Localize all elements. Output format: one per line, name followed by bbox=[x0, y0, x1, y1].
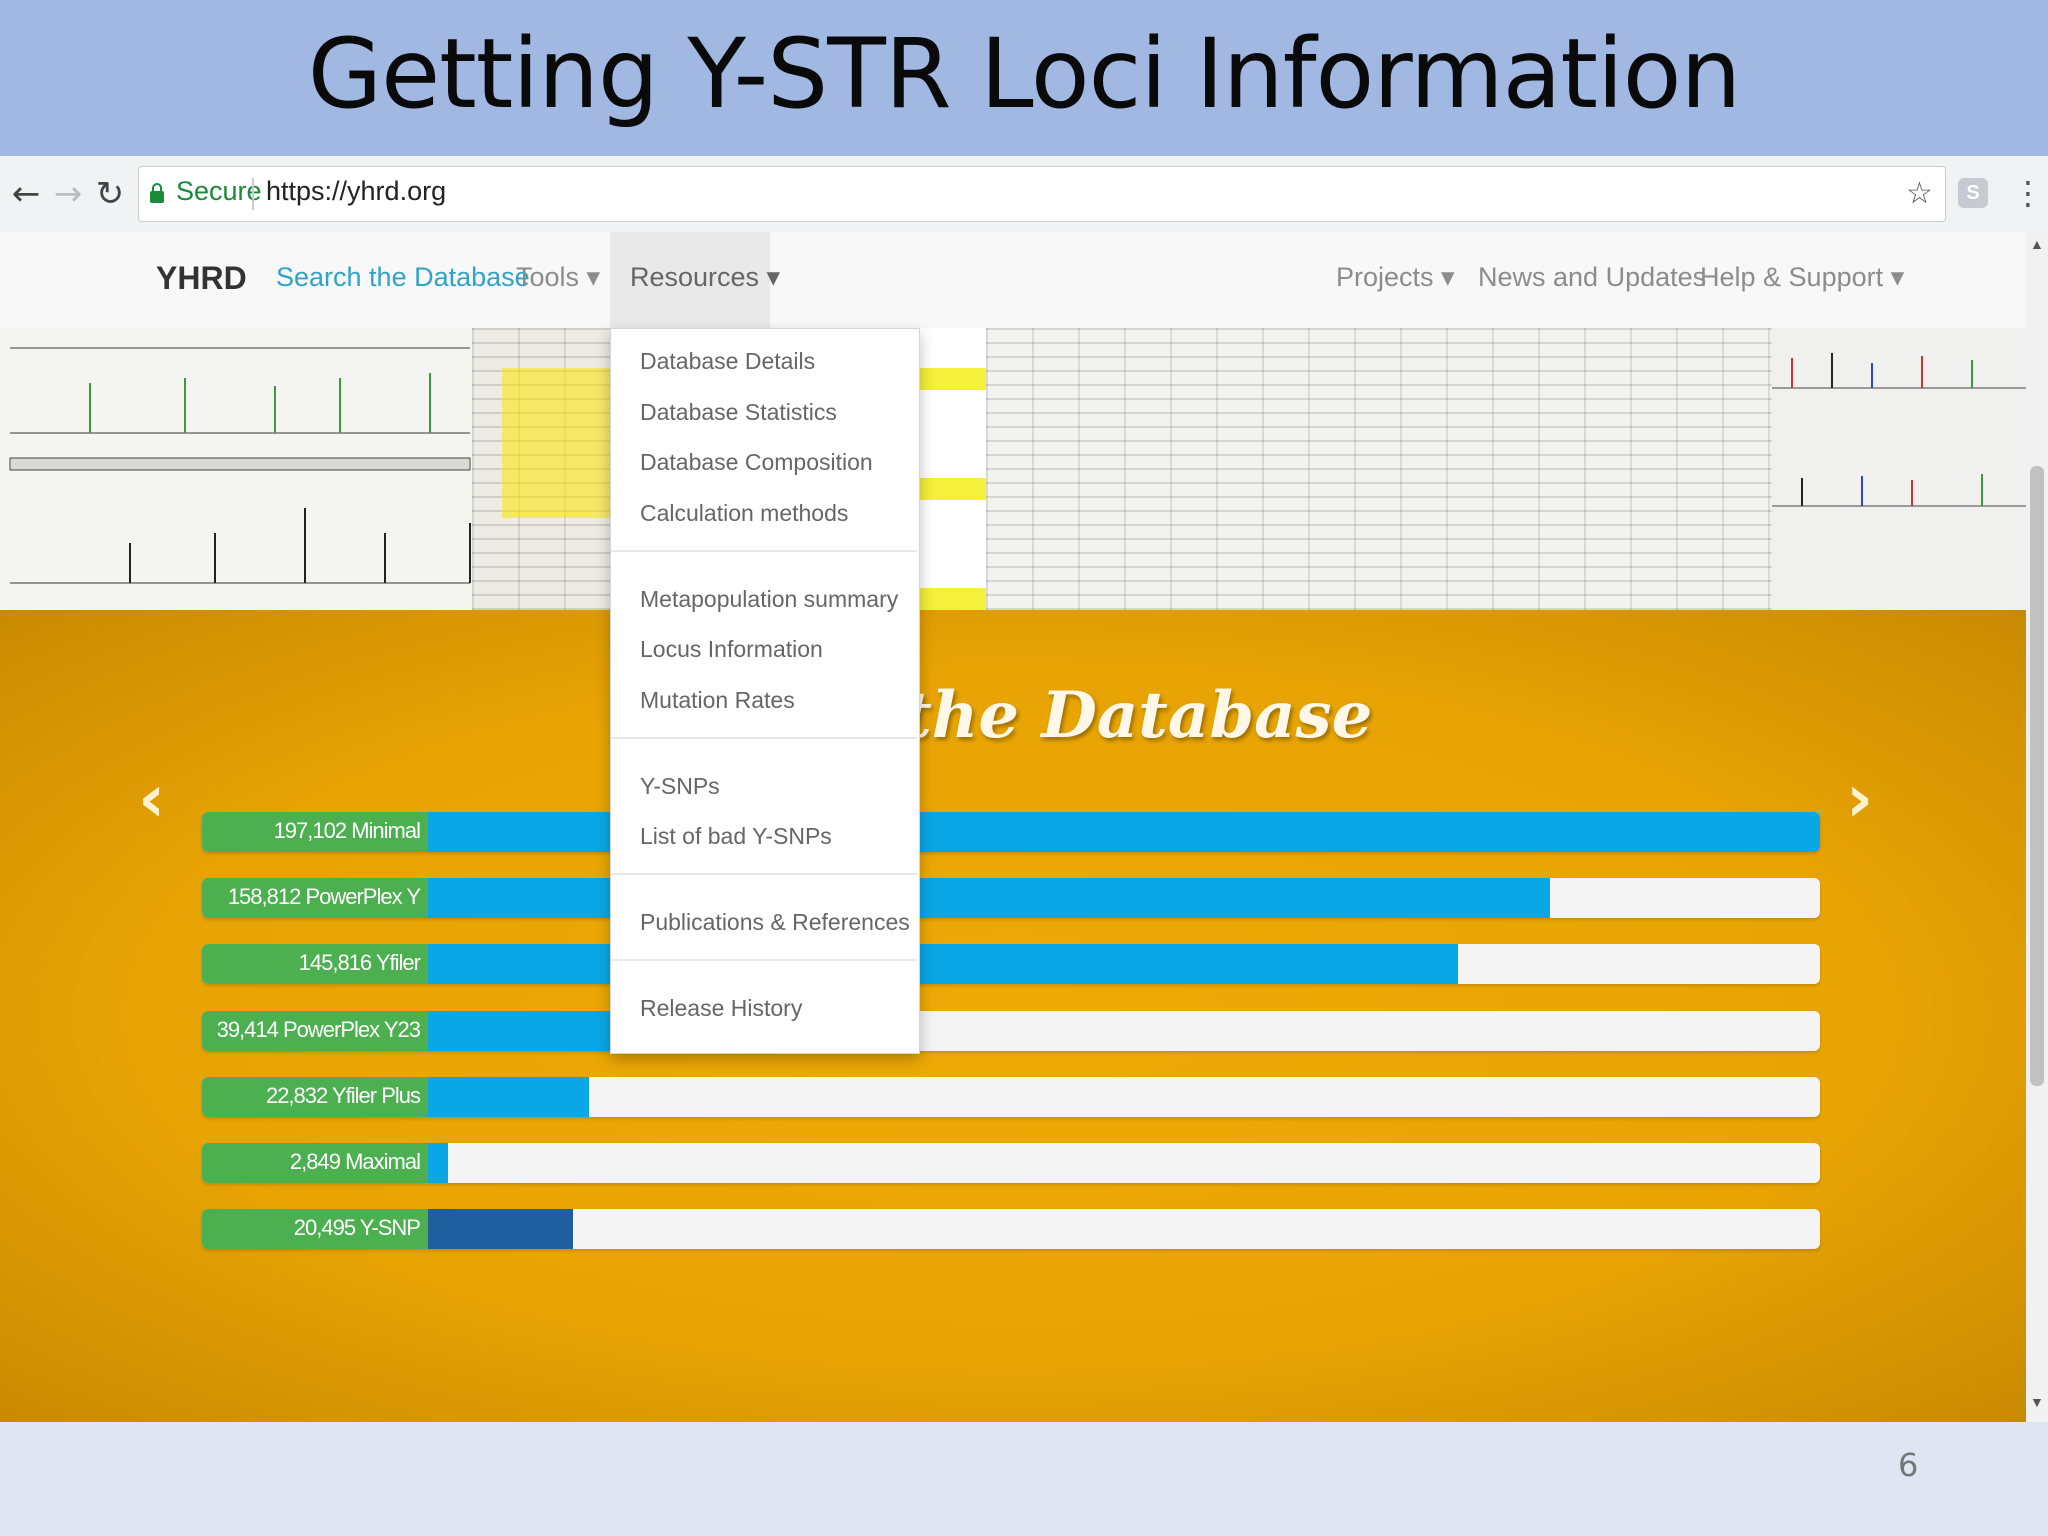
dropdown-item[interactable]: List of bad Y-SNPs bbox=[640, 823, 832, 850]
dropdown-item[interactable]: Mutation Rates bbox=[640, 687, 795, 714]
forward-arrow-icon[interactable]: → bbox=[48, 174, 88, 214]
dropdown-divider bbox=[611, 959, 917, 961]
stat-bar-row: 22,832 Yfiler Plus bbox=[202, 1077, 1820, 1117]
stat-bar-label-box: 20,495 Y-SNP bbox=[202, 1209, 428, 1249]
chevron-right-icon[interactable]: › bbox=[1846, 760, 1873, 837]
stat-bar-fill bbox=[428, 944, 1458, 984]
stat-bar-label: 2,849 Maximal bbox=[289, 1149, 421, 1174]
slide-title: Getting Y-STR Loci Information bbox=[307, 18, 1742, 130]
stat-bar-fill bbox=[428, 1143, 448, 1183]
nav-news-and-updates[interactable]: News and Updates bbox=[1478, 262, 1706, 293]
stat-bar-label-box: 2,849 Maximal bbox=[202, 1143, 428, 1183]
dropdown-item[interactable]: Database Details bbox=[640, 348, 815, 375]
scroll-up-arrow-icon[interactable]: ▲ bbox=[2030, 236, 2044, 252]
chevron-left-icon[interactable]: ‹ bbox=[138, 760, 165, 837]
star-icon[interactable]: ☆ bbox=[1906, 176, 1933, 211]
back-arrow-icon[interactable]: ← bbox=[6, 174, 46, 214]
url-text[interactable]: https://yhrd.org bbox=[266, 176, 446, 207]
brand-logo[interactable]: YHRD bbox=[156, 260, 247, 297]
dropdown-item[interactable]: Database Composition bbox=[640, 449, 873, 476]
stat-bar-label: 22,832 Yfiler Plus bbox=[265, 1083, 421, 1108]
hero-banner-image bbox=[0, 328, 2026, 610]
dropdown-divider bbox=[611, 873, 917, 875]
stat-bar-row: 39,414 PowerPlex Y23 bbox=[202, 1011, 1820, 1051]
stat-bar-label: 39,414 PowerPlex Y23 bbox=[216, 1017, 421, 1042]
dropdown-item[interactable]: Y-SNPs bbox=[640, 773, 720, 800]
dropdown-item[interactable]: Calculation methods bbox=[640, 500, 848, 527]
nav-tools[interactable]: Tools ▾ bbox=[516, 262, 600, 293]
stat-bar-row: 158,812 PowerPlex Y bbox=[202, 878, 1820, 918]
electropherogram-printout-right bbox=[1772, 328, 2026, 610]
dropdown-divider bbox=[611, 550, 917, 552]
stat-bar-label-box: 158,812 PowerPlex Y bbox=[202, 878, 428, 918]
skype-extension-icon[interactable]: S bbox=[1958, 178, 1988, 208]
stat-bar-label-box: 197,102 Minimal bbox=[202, 812, 428, 852]
dropdown-item[interactable]: Publications & References bbox=[640, 909, 910, 936]
stat-bar-row: 2,849 Maximal bbox=[202, 1143, 1820, 1183]
stat-bar-fill bbox=[428, 1077, 589, 1117]
dropdown-divider bbox=[611, 737, 917, 739]
lock-icon bbox=[150, 183, 164, 203]
nav-help-support[interactable]: Help & Support ▾ bbox=[1700, 262, 1904, 293]
secure-label: Secure bbox=[176, 176, 262, 206]
stat-bar-fill bbox=[428, 878, 1550, 918]
nav-resources[interactable]: Resources ▾ bbox=[630, 262, 780, 293]
dropdown-item[interactable]: Database Statistics bbox=[640, 399, 837, 426]
haplotype-table-printout bbox=[986, 328, 1776, 610]
stat-bar-label: 20,495 Y-SNP bbox=[293, 1215, 421, 1240]
nav-projects[interactable]: Projects ▾ bbox=[1336, 262, 1455, 293]
scroll-down-arrow-icon[interactable]: ▼ bbox=[2030, 1394, 2044, 1410]
kebab-menu-icon[interactable]: ⋮ bbox=[2012, 174, 2044, 212]
stat-bar-label-box: 22,832 Yfiler Plus bbox=[202, 1077, 428, 1117]
stat-bar-label-box: 145,816 Yfiler bbox=[202, 944, 428, 984]
stats-title: ate of the Database bbox=[675, 678, 1373, 753]
dropdown-item[interactable]: Release History bbox=[640, 995, 802, 1022]
dropdown-item[interactable]: Locus Information bbox=[640, 636, 823, 663]
dropdown-item[interactable]: Metapopulation summary bbox=[640, 586, 898, 613]
stat-bar-fill bbox=[428, 1209, 573, 1249]
electropherogram-printout bbox=[0, 328, 480, 610]
stat-bar-row: 145,816 Yfiler bbox=[202, 944, 1820, 984]
stat-bar-row: 20,495 Y-SNP bbox=[202, 1209, 1820, 1249]
stat-bar-label: 158,812 PowerPlex Y bbox=[227, 884, 421, 909]
stat-bar-row: 197,102 Minimal bbox=[202, 812, 1820, 852]
nav-search-database[interactable]: Search the Database bbox=[276, 262, 530, 293]
reload-icon[interactable]: ↻ bbox=[90, 174, 130, 214]
slide-number: 6 bbox=[1898, 1446, 1919, 1484]
stat-bar-label: 197,102 Minimal bbox=[273, 818, 421, 843]
scrollbar-thumb[interactable] bbox=[2030, 466, 2044, 1086]
stat-bar-label: 145,816 Yfiler bbox=[298, 950, 421, 975]
url-separator bbox=[252, 178, 254, 210]
allele-table-printout bbox=[472, 328, 612, 610]
stat-bar-label-box: 39,414 PowerPlex Y23 bbox=[202, 1011, 428, 1051]
